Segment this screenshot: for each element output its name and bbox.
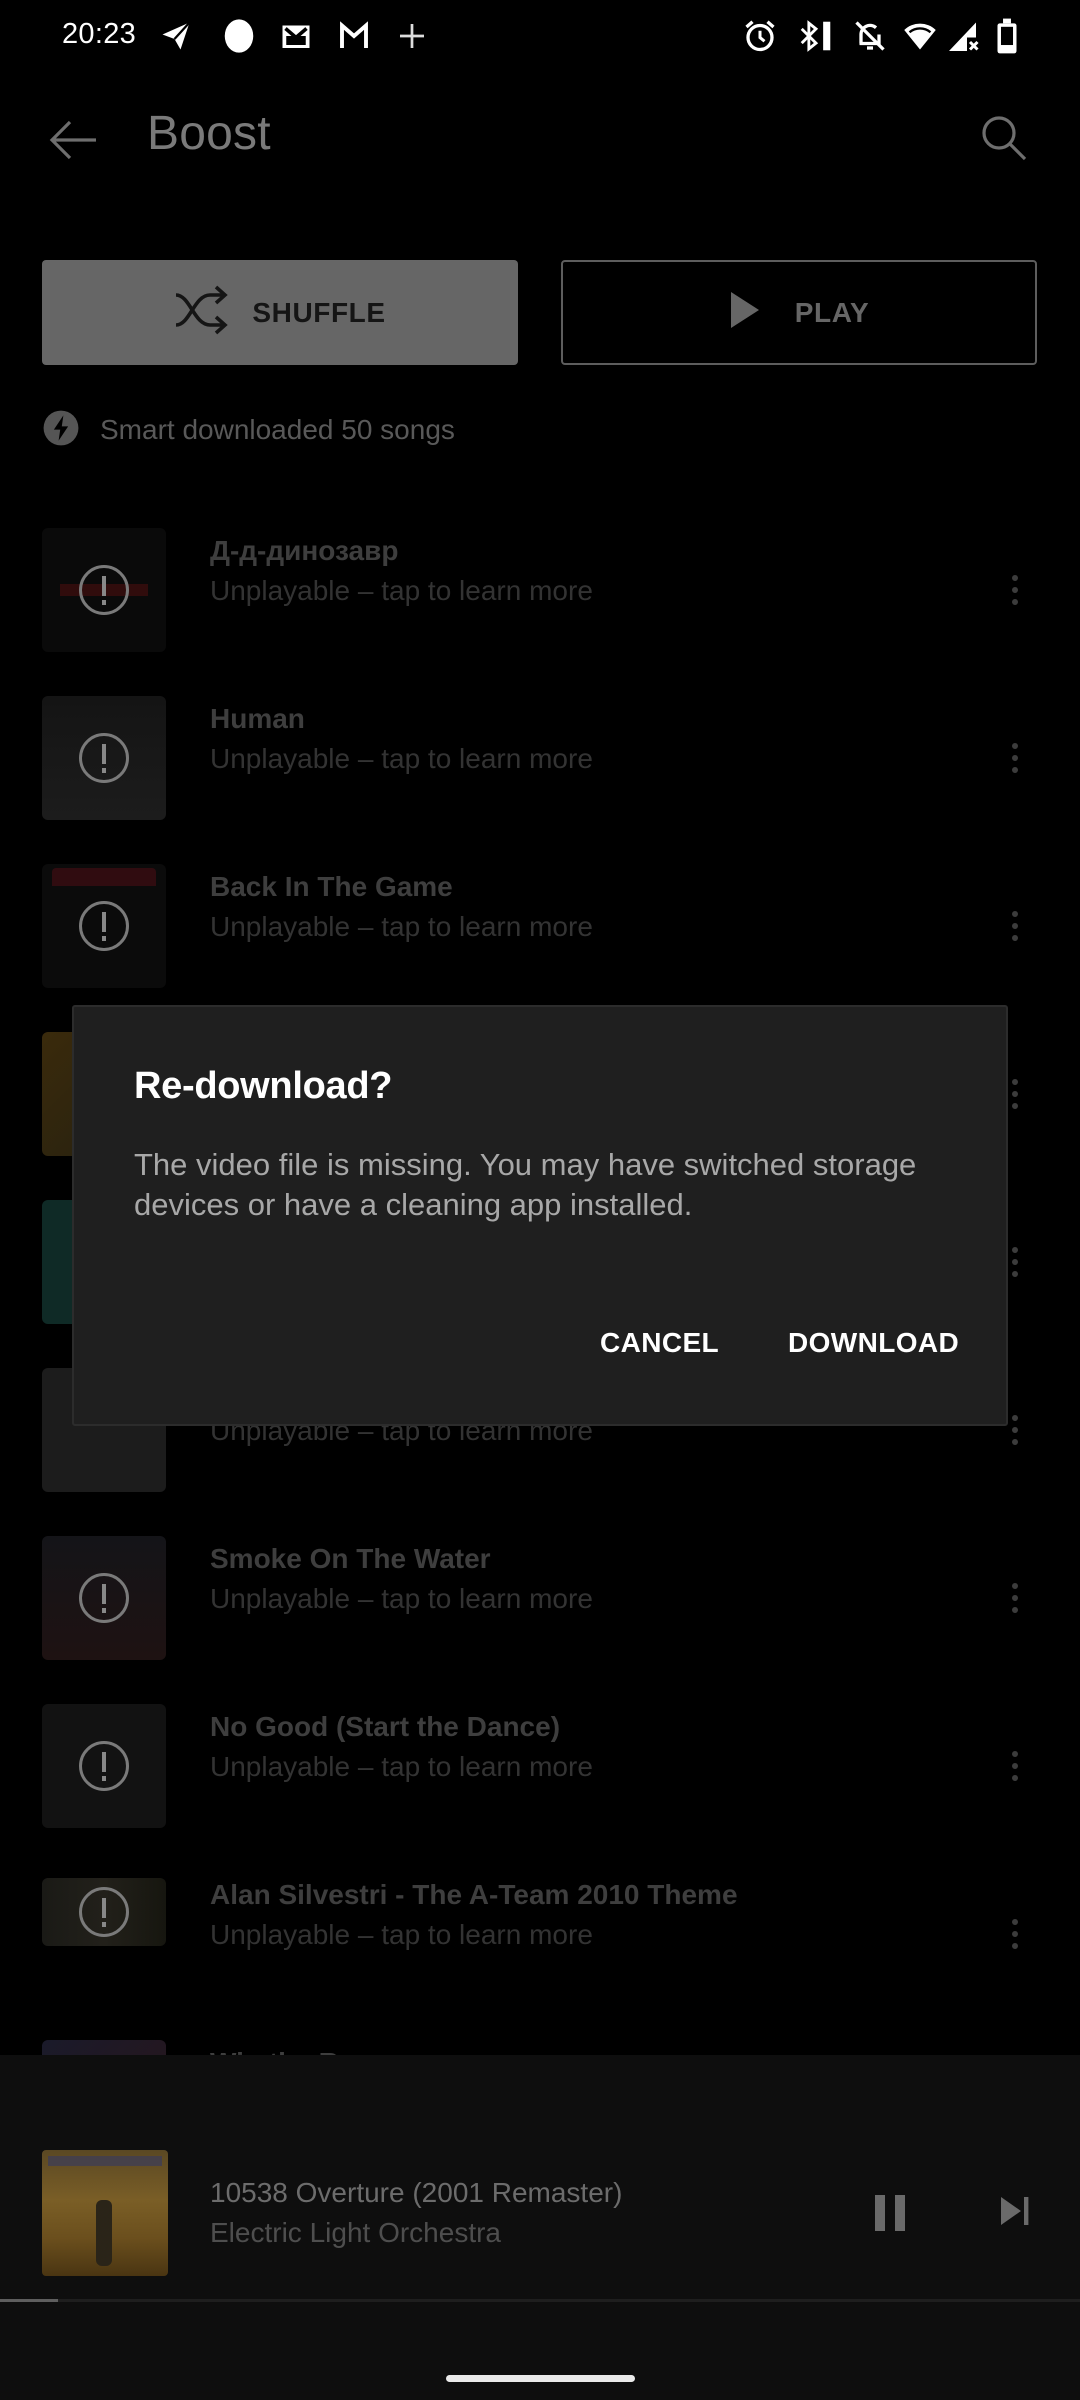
mini-player[interactable]: 10538 Overture (2001 Remaster) Electric …	[0, 2055, 1080, 2400]
more-options-button[interactable]	[1000, 1741, 1030, 1791]
song-row[interactable]: Д-д-динозавр Unplayable – tap to learn m…	[0, 485, 1080, 653]
song-row[interactable]: No Good (Start the Dance) Unplayable – t…	[0, 1661, 1080, 1829]
unplayable-warning-icon	[79, 1573, 129, 1623]
song-title: Alan Silvestri - The A-Team 2010 Theme	[210, 1879, 738, 1910]
dialog-message: The video file is missing. You may have …	[134, 1147, 917, 1222]
now-playing-album-art	[42, 2150, 168, 2276]
song-row[interactable]: Alan Silvestri - The A-Team 2010 Theme U…	[0, 1829, 1080, 1997]
now-playing-title: 10538 Overture (2001 Remaster)	[210, 2177, 623, 2208]
song-subtitle: Unplayable – tap to learn more	[210, 743, 593, 774]
mail-icon	[278, 18, 314, 54]
lightning-bolt-icon	[42, 409, 80, 452]
status-bar: 20:23	[0, 0, 1080, 72]
unplayable-warning-icon	[79, 733, 129, 783]
play-icon	[729, 290, 761, 335]
gesture-nav-handle[interactable]	[446, 2375, 635, 2382]
song-title: Human	[210, 703, 305, 734]
bluetooth-vibrate-icon	[796, 18, 836, 54]
song-title: Smoke On The Water	[210, 1543, 491, 1574]
skip-next-button[interactable]	[985, 2183, 1045, 2243]
status-time: 20:23	[62, 18, 137, 50]
app-bar: Boost	[0, 72, 1080, 202]
song-row[interactable]: Back In The Game Unplayable – tap to lea…	[0, 821, 1080, 989]
song-row[interactable]: Human Unplayable – tap to learn more	[0, 653, 1080, 821]
playback-progress-fill	[0, 2299, 59, 2302]
telegram-icon	[158, 18, 194, 54]
song-subtitle: Unplayable – tap to learn more	[210, 575, 593, 606]
more-options-button[interactable]	[1000, 565, 1030, 615]
plus-icon	[394, 18, 430, 54]
song-subtitle: Unplayable – tap to learn more	[210, 1919, 593, 1950]
unplayable-warning-icon	[79, 1741, 129, 1791]
search-icon	[979, 113, 1029, 168]
search-button[interactable]	[972, 108, 1036, 172]
album-art	[42, 864, 166, 988]
smart-download-info: Smart downloaded 50 songs	[42, 410, 455, 450]
song-row[interactable]: Smoke On The Water Unplayable – tap to l…	[0, 1493, 1080, 1661]
more-options-button[interactable]	[1000, 1909, 1030, 1959]
back-button[interactable]	[40, 112, 108, 172]
pause-icon	[875, 2195, 905, 2231]
shuffle-button[interactable]: SHUFFLE	[42, 260, 518, 365]
alarm-icon	[742, 18, 778, 54]
wifi-icon	[900, 18, 940, 54]
cell-signal-no-service-icon	[946, 18, 982, 54]
shuffle-icon	[174, 285, 230, 340]
arrow-left-icon	[48, 118, 100, 167]
download-button[interactable]: DOWNLOAD	[780, 1317, 967, 1369]
album-art	[42, 696, 166, 820]
page-title: Boost	[147, 107, 271, 160]
play-label: PLAY	[794, 296, 870, 328]
song-title: No Good (Start the Dance)	[210, 1711, 561, 1742]
playback-progress-bar[interactable]	[0, 2299, 1080, 2302]
playback-actions: SHUFFLE PLAY	[0, 260, 1080, 365]
song-title: Back In The Game	[210, 871, 453, 902]
unplayable-warning-icon	[79, 901, 129, 951]
album-art	[42, 528, 166, 652]
more-options-button[interactable]	[1000, 901, 1030, 951]
gmail-icon	[336, 18, 372, 54]
cancel-button[interactable]: CANCEL	[592, 1317, 727, 1369]
shuffle-label: SHUFFLE	[252, 296, 386, 328]
dialog-title: Re-download?	[134, 1065, 393, 1107]
battery-icon	[992, 18, 1022, 54]
unplayable-warning-icon	[79, 1887, 129, 1937]
song-subtitle: Unplayable – tap to learn more	[210, 911, 593, 942]
song-subtitle: Unplayable – tap to learn more	[210, 1751, 593, 1782]
circle-notification-icon	[220, 18, 258, 54]
album-art	[42, 1536, 166, 1660]
song-subtitle: Unplayable – tap to learn more	[210, 1583, 593, 1614]
smart-download-text: Smart downloaded 50 songs	[100, 414, 455, 445]
redownload-dialog: Re-download? The video file is missing. …	[72, 1005, 1008, 1426]
album-art	[42, 1878, 166, 1946]
play-button[interactable]: PLAY	[561, 260, 1037, 365]
notifications-off-icon	[852, 18, 888, 54]
album-art	[42, 1704, 166, 1828]
more-options-button[interactable]	[1000, 1573, 1030, 1623]
now-playing-artist: Electric Light Orchestra	[210, 2217, 501, 2248]
more-options-button[interactable]	[1000, 733, 1030, 783]
song-title: Д-д-динозавр	[210, 535, 399, 566]
skip-next-icon	[997, 2193, 1033, 2234]
pause-button[interactable]	[860, 2183, 920, 2243]
unplayable-warning-icon	[79, 565, 129, 615]
